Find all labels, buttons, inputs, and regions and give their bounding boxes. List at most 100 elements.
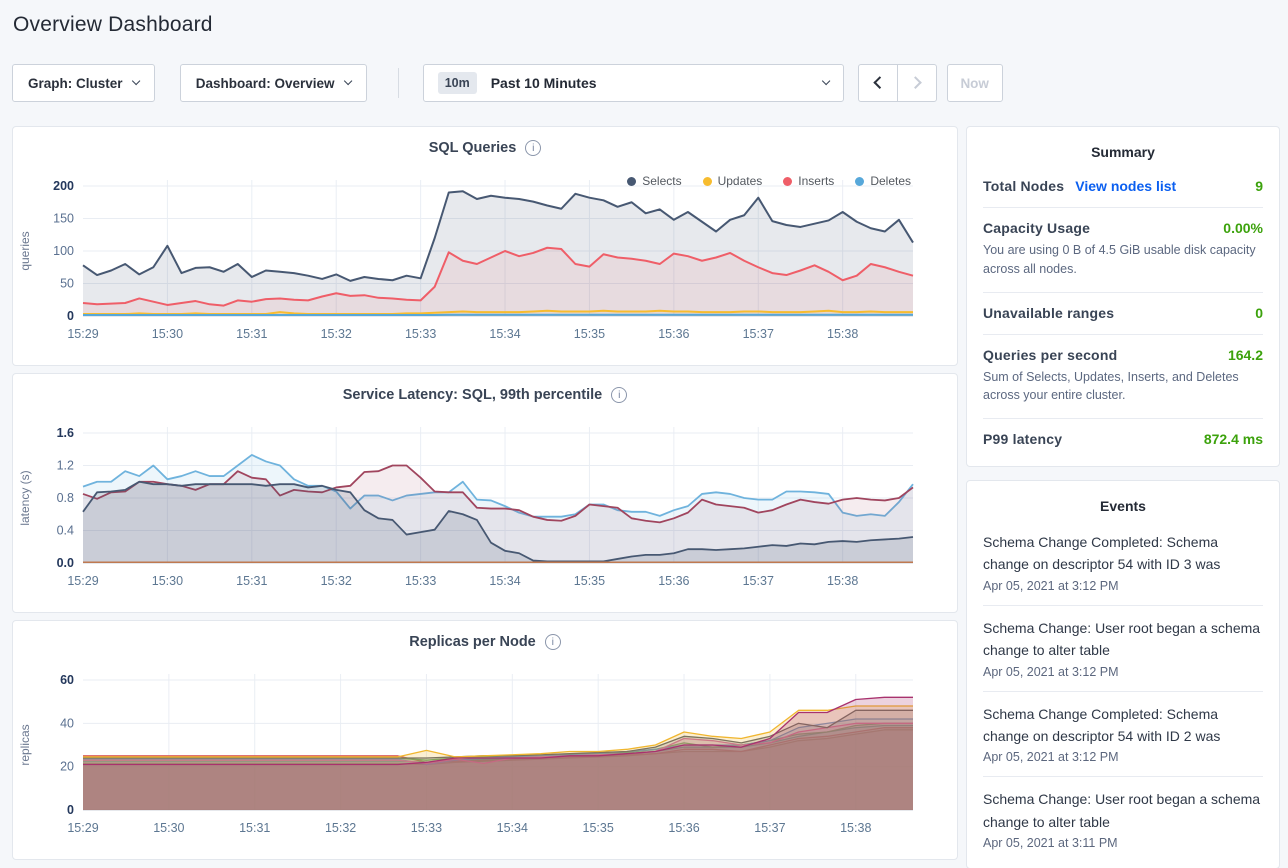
svg-text:15:34: 15:34 <box>489 327 520 341</box>
svg-text:15:34: 15:34 <box>489 574 520 588</box>
legend-dot-icon <box>627 177 636 186</box>
svg-text:15:33: 15:33 <box>405 574 436 588</box>
summary-description: Sum of Selects, Updates, Inserts, and De… <box>983 368 1263 406</box>
view-nodes-list-link[interactable]: View nodes list <box>1075 178 1176 194</box>
legend-item[interactable]: Inserts <box>783 174 834 188</box>
summary-value: 0.00% <box>1223 220 1263 236</box>
info-icon[interactable]: i <box>545 634 561 650</box>
event-item[interactable]: Schema Change: User root began a schema … <box>983 777 1263 862</box>
svg-text:15:37: 15:37 <box>754 821 785 835</box>
events-panel: Events Schema Change Completed: Schema c… <box>966 480 1280 868</box>
svg-text:60: 60 <box>60 673 74 687</box>
legend-dot-icon <box>703 177 712 186</box>
svg-text:50: 50 <box>60 277 74 291</box>
svg-text:15:36: 15:36 <box>668 821 699 835</box>
summary-label: P99 latency <box>983 431 1062 447</box>
svg-text:15:31: 15:31 <box>236 574 267 588</box>
legend-dot-icon <box>783 177 792 186</box>
svg-text:15:31: 15:31 <box>236 327 267 341</box>
svg-text:15:33: 15:33 <box>405 327 436 341</box>
legend-item[interactable]: Selects <box>627 174 681 188</box>
graph-dropdown-label: Graph: Cluster <box>28 76 123 91</box>
summary-row-queries-per-second: Queries per second 164.2 Sum of Selects,… <box>983 335 1263 420</box>
legend-label: Deletes <box>870 174 911 188</box>
event-timestamp: Apr 05, 2021 at 3:12 PM <box>983 665 1263 679</box>
svg-text:0: 0 <box>67 309 74 323</box>
event-text: Schema Change Completed: Schema change o… <box>983 703 1263 748</box>
svg-text:15:30: 15:30 <box>153 821 184 835</box>
time-range-badge: 10m <box>438 72 477 94</box>
summary-row-unavailable-ranges: Unavailable ranges 0 <box>983 293 1263 335</box>
chevron-down-icon <box>343 77 352 86</box>
svg-text:15:36: 15:36 <box>658 574 689 588</box>
event-item[interactable]: Schema Change Completed: Schema change o… <box>983 692 1263 778</box>
svg-text:replicas: replicas <box>18 724 32 765</box>
svg-text:15:35: 15:35 <box>574 574 605 588</box>
summary-label: Capacity Usage <box>983 220 1090 236</box>
time-nav-group <box>858 64 937 102</box>
summary-description: You are using 0 B of 4.5 GiB usable disk… <box>983 241 1263 279</box>
svg-text:0.4: 0.4 <box>57 524 74 538</box>
event-timestamp: Apr 05, 2021 at 3:11 PM <box>983 836 1263 850</box>
svg-text:queries: queries <box>18 231 32 270</box>
svg-text:20: 20 <box>60 760 74 774</box>
summary-label: Unavailable ranges <box>983 305 1114 321</box>
chart-title: Service Latency: SQL, 99th percentile <box>343 387 603 403</box>
charts-column: SQL Queries i SelectsUpdatesInsertsDelet… <box>12 126 958 867</box>
summary-row-total-nodes: Total Nodes View nodes list 9 <box>983 166 1263 208</box>
info-icon[interactable]: i <box>611 387 627 403</box>
svg-text:150: 150 <box>53 212 74 226</box>
summary-value: 872.4 ms <box>1204 431 1263 447</box>
summary-label: Queries per second <box>983 347 1117 363</box>
legend-item[interactable]: Deletes <box>855 174 911 188</box>
svg-text:0.8: 0.8 <box>57 491 74 505</box>
svg-text:100: 100 <box>53 244 74 258</box>
summary-label: Total Nodes <box>983 178 1064 194</box>
summary-title: Summary <box>983 127 1263 166</box>
events-list: Schema Change Completed: Schema change o… <box>983 520 1263 862</box>
legend-dot-icon <box>855 177 864 186</box>
svg-text:15:29: 15:29 <box>67 327 98 341</box>
svg-text:15:29: 15:29 <box>67 574 98 588</box>
svg-text:15:32: 15:32 <box>321 327 352 341</box>
time-prev-button[interactable] <box>858 64 898 102</box>
legend-item[interactable]: Updates <box>703 174 763 188</box>
svg-text:15:32: 15:32 <box>325 821 356 835</box>
chart-title: Replicas per Node <box>409 634 536 650</box>
events-title: Events <box>983 481 1263 520</box>
summary-value: 9 <box>1255 178 1263 194</box>
svg-text:15:30: 15:30 <box>152 574 183 588</box>
replicas-per-node-chart-card: Replicas per Node i 020406015:2915:3015:… <box>12 620 958 860</box>
controls-bar: Graph: Cluster Dashboard: Overview 10m P… <box>12 64 1276 102</box>
event-item[interactable]: Schema Change Completed: Schema change o… <box>983 520 1263 606</box>
svg-text:15:38: 15:38 <box>827 574 858 588</box>
service-latency-chart-card: Service Latency: SQL, 99th percentile i … <box>12 373 958 613</box>
svg-text:15:37: 15:37 <box>743 574 774 588</box>
replicas-per-node-chart[interactable]: 020406015:2915:3015:3115:3215:3315:3415:… <box>13 652 957 850</box>
event-text: Schema Change: User root began a schema … <box>983 617 1263 662</box>
svg-text:15:35: 15:35 <box>583 821 614 835</box>
service-latency-chart[interactable]: 0.00.40.81.21.615:2915:3015:3115:3215:33… <box>13 405 957 603</box>
now-button[interactable]: Now <box>947 64 1003 102</box>
svg-text:15:36: 15:36 <box>658 327 689 341</box>
divider <box>398 68 399 98</box>
time-next-button[interactable] <box>897 64 937 102</box>
svg-text:15:32: 15:32 <box>321 574 352 588</box>
main-content: SQL Queries i SelectsUpdatesInsertsDelet… <box>12 126 1280 868</box>
svg-text:15:38: 15:38 <box>827 327 858 341</box>
chevron-down-icon <box>131 77 140 86</box>
graph-dropdown[interactable]: Graph: Cluster <box>12 64 155 102</box>
svg-text:200: 200 <box>53 179 74 193</box>
svg-text:40: 40 <box>60 716 74 730</box>
dashboard-dropdown[interactable]: Dashboard: Overview <box>180 64 367 102</box>
info-icon[interactable]: i <box>525 140 541 156</box>
legend-label: Inserts <box>798 174 834 188</box>
dashboard-dropdown-label: Dashboard: Overview <box>196 76 335 91</box>
summary-value: 0 <box>1255 305 1263 321</box>
chevron-right-icon <box>909 77 922 90</box>
chart-legend: Selects Updates Inserts Deletes <box>627 174 911 188</box>
summary-value: 164.2 <box>1228 347 1263 363</box>
time-range-selector[interactable]: 10m Past 10 Minutes <box>423 64 844 102</box>
event-item[interactable]: Schema Change: User root began a schema … <box>983 606 1263 692</box>
chevron-left-icon <box>873 77 886 90</box>
